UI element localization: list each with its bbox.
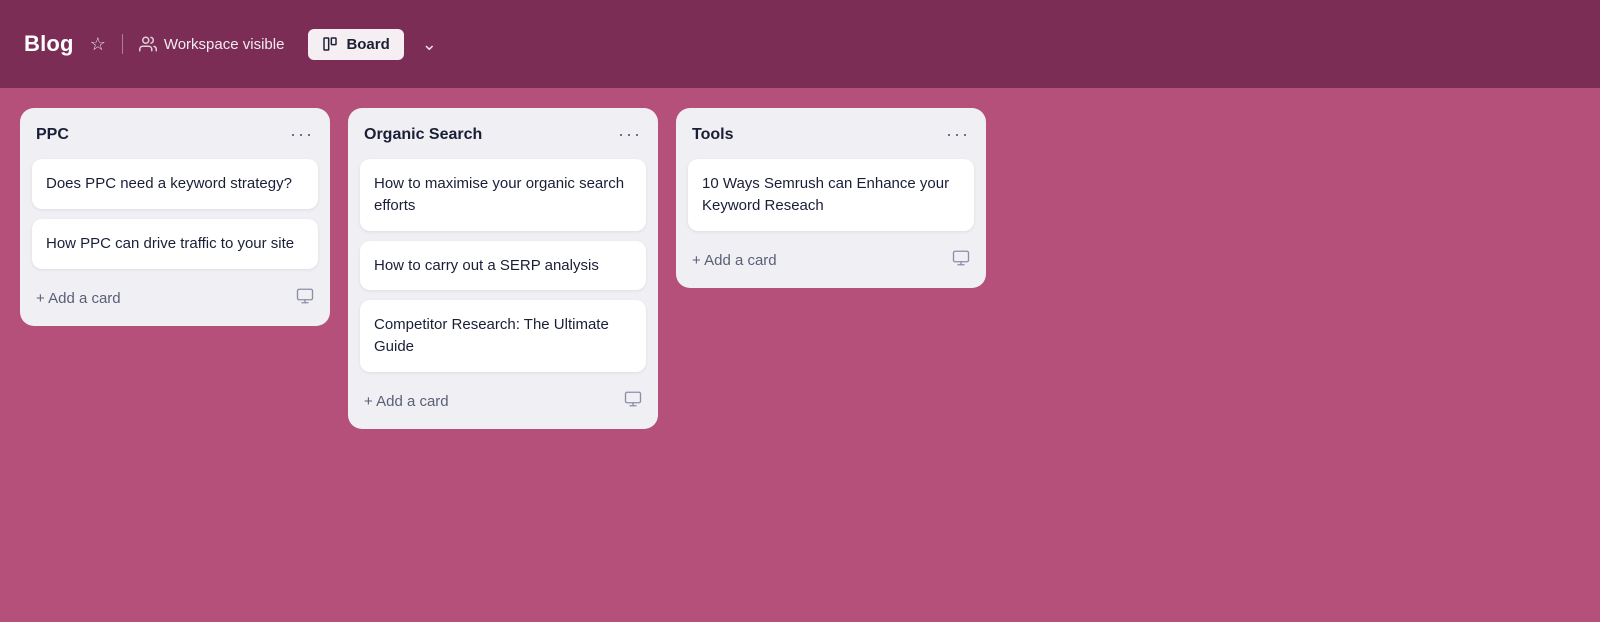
board-title: Blog — [24, 31, 74, 57]
column-menu-organic-search[interactable]: ··· — [618, 124, 642, 145]
workspace-label: Workspace visible — [164, 36, 285, 53]
column-title-tools: Tools — [692, 126, 733, 144]
workspace-visibility[interactable]: Workspace visible — [139, 35, 285, 53]
column-organic-search: Organic Search ··· How to maximise your or… — [348, 108, 658, 429]
column-menu-tools[interactable]: ··· — [946, 124, 970, 145]
chevron-down-icon[interactable]: ⌄ — [422, 34, 437, 55]
add-card-row-ppc: + Add a card — [32, 281, 318, 312]
column-title-organic-search: Organic Search — [364, 126, 482, 144]
template-icon[interactable] — [624, 390, 642, 413]
board-view-button[interactable]: Board — [308, 29, 403, 60]
add-card-button-tools[interactable]: + Add a card — [692, 252, 777, 269]
column-tools: Tools ··· 10 Ways Semrush can Enhance your… — [676, 108, 986, 288]
add-card-row-organic-search: + Add a card — [360, 384, 646, 415]
board-icon — [322, 36, 338, 52]
column-title-ppc: PPC — [36, 126, 69, 144]
card-os-2[interactable]: How to carry out a SERP analysis — [360, 241, 646, 291]
column-menu-ppc[interactable]: ··· — [290, 124, 314, 145]
card-os-1[interactable]: How to maximise your organic search effo… — [360, 159, 646, 231]
card-tools-1[interactable]: 10 Ways Semrush can Enhance your Keyword… — [688, 159, 974, 231]
template-icon[interactable] — [952, 249, 970, 272]
app-header: Blog ☆ Workspace visible Board ⌄ — [0, 0, 1600, 88]
card-os-3[interactable]: Competitor Research: The Ultimate Guide — [360, 300, 646, 372]
add-card-button-organic-search[interactable]: + Add a card — [364, 393, 449, 410]
column-header-organic-search: Organic Search ··· — [360, 122, 646, 149]
column-header-tools: Tools ··· — [688, 122, 974, 149]
card-ppc-1[interactable]: Does PPC need a keyword strategy? — [32, 159, 318, 209]
column-header-ppc: PPC ··· — [32, 122, 318, 149]
people-icon — [139, 35, 157, 53]
board-label: Board — [346, 36, 389, 53]
template-icon[interactable] — [296, 287, 314, 310]
header-divider — [122, 34, 123, 54]
board-area: PPC ··· Does PPC need a keyword strategy? H… — [0, 88, 1600, 622]
card-ppc-2[interactable]: How PPC can drive traffic to your site — [32, 219, 318, 269]
star-icon[interactable]: ☆ — [90, 34, 106, 55]
column-ppc: PPC ··· Does PPC need a keyword strategy? H… — [20, 108, 330, 326]
add-card-button-ppc[interactable]: + Add a card — [36, 290, 121, 307]
add-card-row-tools: + Add a card — [688, 243, 974, 274]
